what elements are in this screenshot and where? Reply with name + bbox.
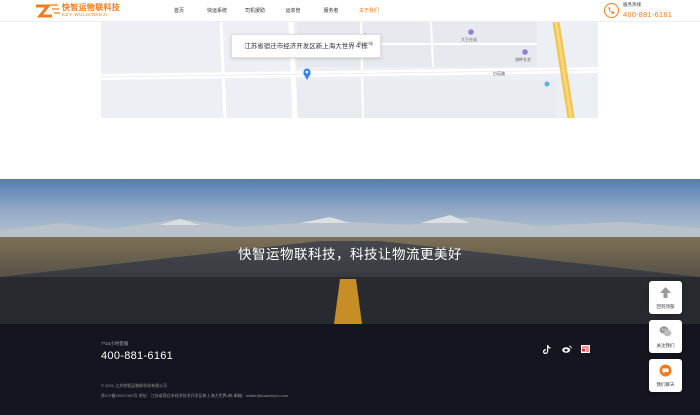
page: 快智运物联科技 KZY WULIANKEJI 首页 快运系统 司机援助 运单管 … [0,0,700,415]
location-map[interactable]: 江苏省宿迁市经济开发区新上海大世界４栋 鸿山小城 大王在成 湖畔名名 白苑路 [101,22,598,118]
chat-button[interactable]: 我们聊天 [649,359,682,392]
header-hotline: 服务热线 400-881-6161 [604,2,672,19]
back-to-top-label: 回到顶部 [656,304,675,309]
banner-slogan: 快智运物联科技，科技让物流更美好 [238,247,462,262]
logo-tagline: KZY WULIANKEJI [62,12,108,18]
nav-driver-aid[interactable]: 司机援助 [236,0,274,22]
back-to-top-button[interactable]: 回到顶部 [649,281,682,314]
map-road-label: 白苑路 [493,71,505,76]
weibo-icon[interactable] [562,344,572,354]
footer: 7*24小时客服 400-881-6161 © 2021 江苏快智运物联科技有限… [0,324,700,415]
chat-label: 我们聊天 [656,382,675,387]
tiktok-icon[interactable] [542,344,552,354]
nav-about-us[interactable]: 关于我们 [350,0,388,22]
icp-address-email: 苏ICP备20007490号 地址：江苏省宿迁市经济技术开发区新上海大世界4栋 … [101,393,289,398]
toutiao-icon[interactable] [580,344,590,354]
phone-icon [604,3,619,18]
follow-us-label: 关注我们 [656,343,675,348]
footer-hotline-label: 7*24小时客服 [101,341,129,346]
map-poi: 湖畔名名 [515,57,531,62]
footer-hotline-number: 400-881-6161 [101,350,174,362]
wechat-icon [659,326,672,337]
map-poi: 大王在成 [461,37,477,42]
logo-name: 快智运物联科技 [62,3,121,13]
copyright-text: © 2021 江苏快智运物联科技有限公司 [101,383,168,388]
chat-icon [659,364,672,377]
logo-text: 快智运物联科技 KZY WULIANKEJI [62,4,120,18]
hotline-label: 服务热线 [623,2,641,7]
logo[interactable]: 快智运物联科技 KZY WULIANKEJI [34,3,120,19]
follow-us-button[interactable]: 关注我们 [649,320,682,353]
nav-waybill[interactable]: 运单管 [274,0,312,22]
map-poi: 鸿山小城 [357,41,373,46]
nav-freight-system[interactable]: 快运系统 [198,0,236,22]
logo-mark-icon [34,3,60,19]
top-header: 快智运物联科技 KZY WULIANKEJI 首页 快运系统 司机援助 运单管 … [0,0,700,22]
hotline-number: 400-881-6161 [623,10,673,19]
arrow-up-icon [660,287,671,298]
nav-home[interactable]: 首页 [160,0,198,22]
nav-service[interactable]: 服务者 [312,0,350,22]
main-nav: 首页 快运系统 司机援助 运单管 服务者 关于我们 [160,0,388,22]
